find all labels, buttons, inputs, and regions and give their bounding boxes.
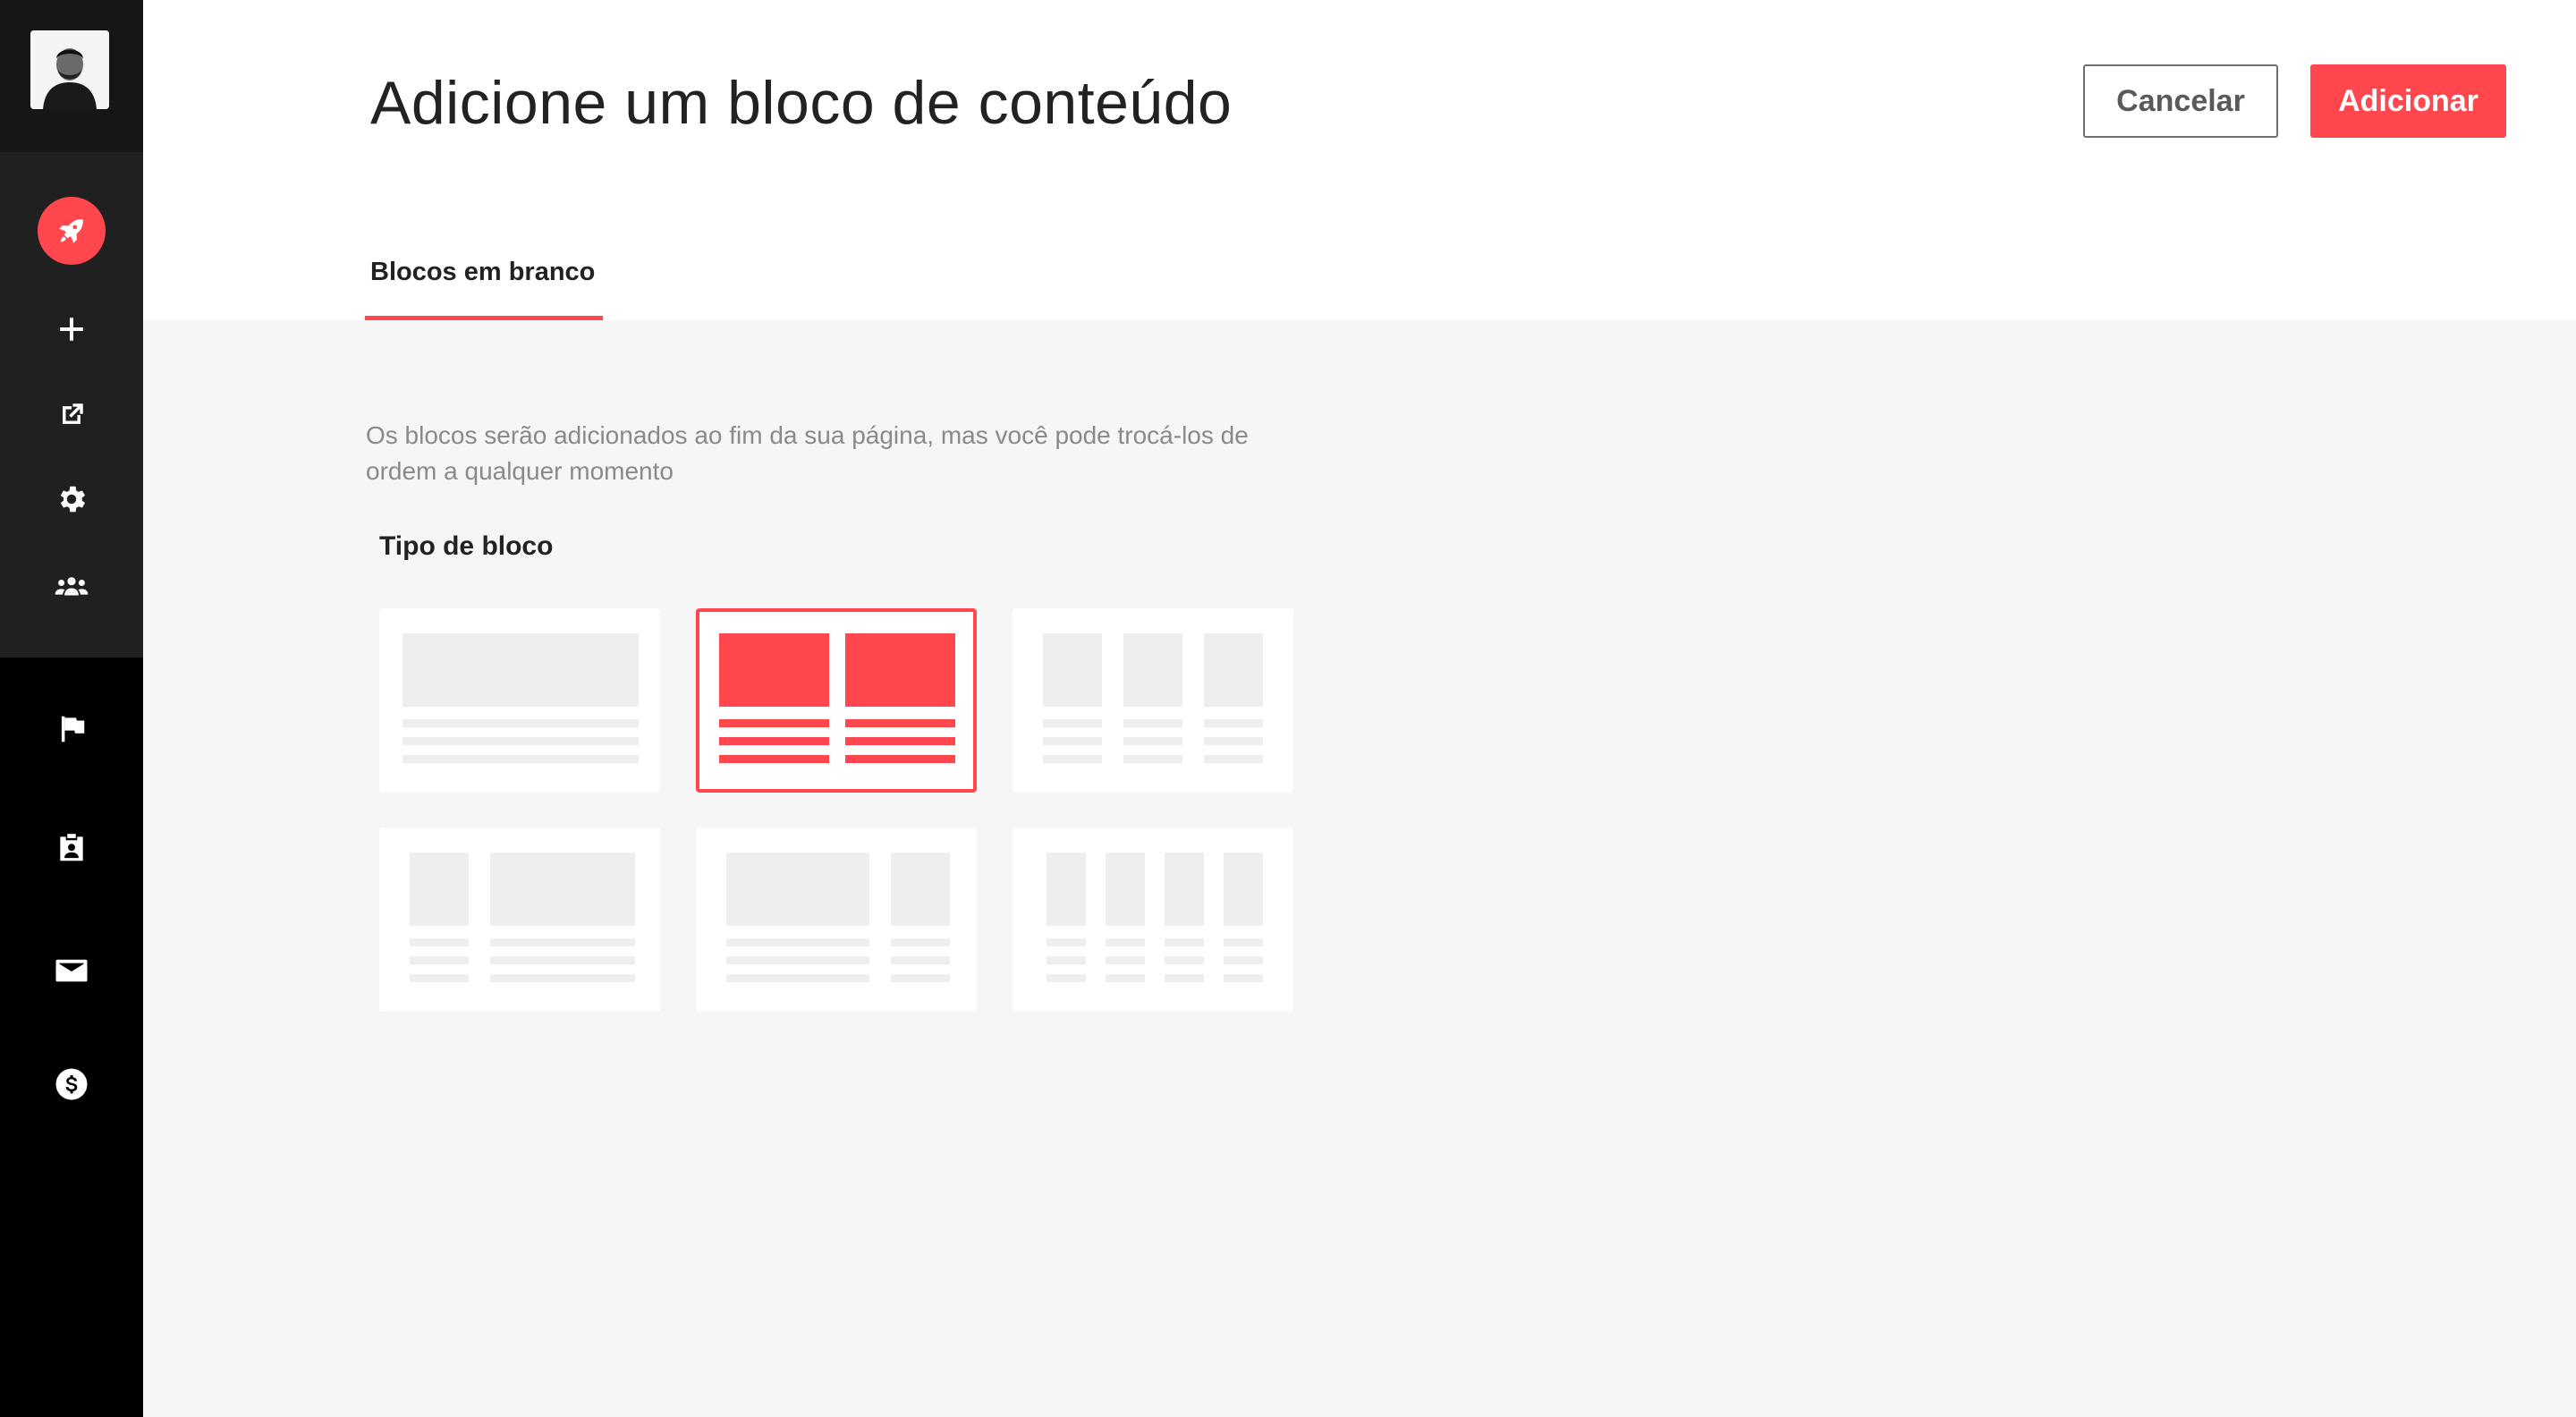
layout-three-columns[interactable] [1013,608,1293,793]
description-text: Os blocos serão adicionados ao fim da su… [366,421,1249,485]
dollar-icon [55,1068,88,1100]
sidebar-item-open-link[interactable] [36,379,107,451]
avatar[interactable] [30,30,109,109]
rocket-icon [59,219,83,243]
sidebar-item-team[interactable] [36,550,107,622]
layout-two-columns[interactable] [696,608,977,793]
single-column-layout-icon [402,633,639,763]
plus-icon [60,318,83,341]
modal-header: Adicione um bloco de conteúdo Cancelar A… [143,0,2576,320]
sidebar-item-mail[interactable] [36,935,107,1006]
three-columns-layout-icon [1043,633,1263,763]
tab-blank-blocks[interactable]: Blocos em branco [365,252,603,320]
active-tab-indicator [365,316,603,320]
group-icon [55,577,89,596]
sidebar-item-flag[interactable] [36,693,107,765]
sidebar-item-billing[interactable] [36,1048,107,1120]
narrow-wide-layout-icon [410,853,635,982]
tab-label: Blocos em branco [370,258,596,286]
gear-icon [60,486,86,513]
sidebar-item-badge[interactable] [36,812,107,884]
sidebar-item-settings[interactable] [36,463,107,535]
wide-narrow-layout-icon [726,853,950,982]
add-button[interactable]: Adicionar [2310,64,2506,138]
sidebar-item-add[interactable] [36,293,107,365]
flag-icon [61,716,85,742]
layout-wide-narrow[interactable] [696,827,977,1012]
external-link-icon [63,403,83,424]
active-indicator [38,197,106,265]
block-type-label: Tipo de bloco [379,531,554,561]
cancel-button[interactable]: Cancelar [2083,64,2278,138]
layout-single-column[interactable] [379,608,660,793]
two-columns-layout-icon [719,633,955,763]
layout-four-columns[interactable] [1013,827,1293,1012]
layout-narrow-wide[interactable] [379,827,660,1012]
user-avatar-icon [30,30,109,109]
sidebar-profile-area [0,0,143,152]
id-badge-icon [60,834,83,861]
mail-icon [55,959,88,982]
sidebar-item-rocket[interactable] [36,195,107,267]
page-title: Adicione um bloco de conteúdo [370,69,1233,137]
sidebar [0,0,143,1417]
four-columns-layout-icon [1046,853,1263,982]
